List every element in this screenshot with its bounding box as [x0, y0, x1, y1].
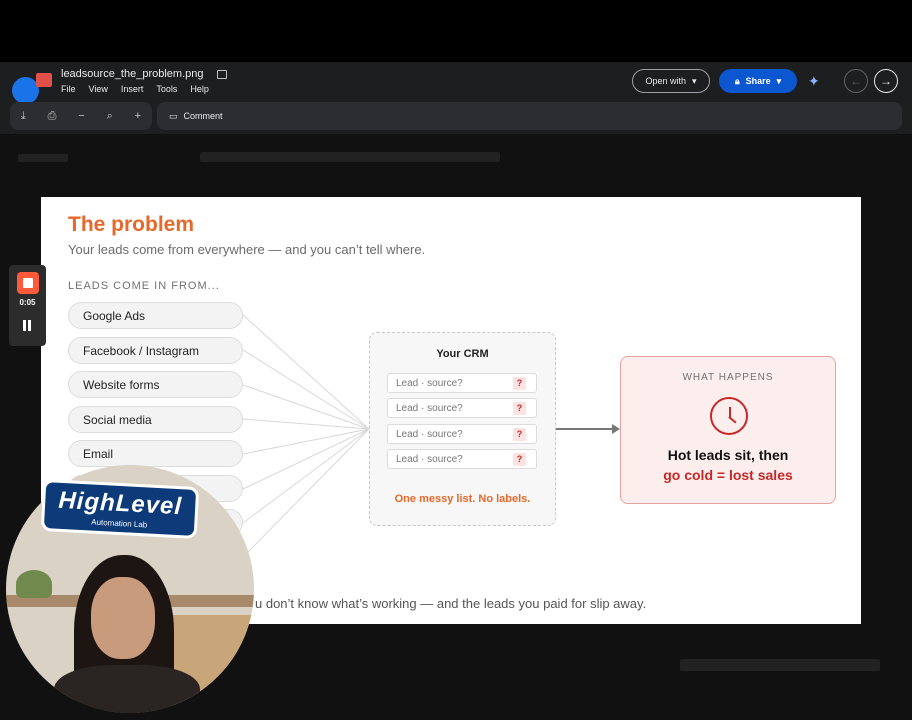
crm-row: Lead · source?? — [387, 449, 537, 469]
cursor-indicator — [12, 77, 39, 104]
crm-row: Lead · source?? — [387, 398, 537, 418]
arrow-line — [556, 428, 618, 430]
highlevel-logo: HighLevel Automation Lab — [40, 478, 200, 540]
what-happens-box: WHAT HAPPENS Hot leads sit, then go cold… — [620, 356, 836, 504]
previous-button[interactable]: ← — [844, 69, 868, 93]
crm-row-label: Lead · source? — [396, 377, 463, 389]
what-happens-label: WHAT HAPPENS — [682, 372, 774, 383]
source-google-ads: Google Ads — [68, 302, 243, 329]
arrow-right-icon: → — [880, 74, 892, 88]
what-happens-line1: Hot leads sit, then — [667, 447, 789, 463]
clock-hand-minute — [728, 416, 737, 424]
slide-bottom-text: u don’t know what’s working — and the le… — [255, 596, 647, 611]
open-with-button[interactable]: Open with ▾ — [632, 69, 710, 93]
menu-help[interactable]: Help — [190, 84, 209, 94]
zoom-in-icon[interactable]: + — [135, 110, 141, 122]
pause-icon[interactable] — [22, 320, 33, 331]
what-happens-line2: go cold = lost sales — [663, 467, 793, 483]
menu-insert[interactable]: Insert — [121, 84, 144, 94]
clock-icon — [710, 397, 748, 435]
open-with-label: Open with — [645, 76, 686, 86]
question-badge: ? — [513, 453, 526, 466]
webcam-person-face — [91, 577, 155, 659]
crm-row-label: Lead · source? — [396, 453, 463, 465]
source-website-forms: Website forms — [68, 371, 243, 398]
crm-row-label: Lead · source? — [396, 428, 463, 440]
stop-recording-button[interactable] — [17, 272, 39, 294]
viewer-toolbar: ⤓ ⎙ − ⌕ + — [10, 102, 152, 130]
download-icon[interactable]: ⤓ — [21, 110, 26, 123]
share-button[interactable]: 🔒︎ Share ▾ — [719, 69, 797, 93]
crm-row-label: Lead · source? — [396, 402, 463, 414]
background-ghost — [200, 152, 500, 162]
comment-label: Comment — [183, 111, 223, 121]
zoom-out-icon[interactable]: − — [78, 110, 84, 122]
chevron-down-icon: ▾ — [692, 75, 697, 86]
image-file-icon — [36, 73, 52, 87]
source-social-media: Social media — [68, 406, 243, 433]
question-badge: ? — [513, 428, 526, 441]
webcam-person-body — [54, 665, 200, 713]
crm-footer: One messy list. No labels. — [394, 493, 531, 505]
recording-time: 0:05 — [19, 298, 36, 307]
crm-row: Lead · source?? — [387, 373, 537, 393]
menu-tools[interactable]: Tools — [156, 84, 177, 94]
menu-bar: File View Insert Tools Help — [61, 84, 209, 94]
menu-file[interactable]: File — [61, 84, 76, 94]
background-ghost — [18, 154, 68, 162]
next-button[interactable]: → — [874, 69, 898, 93]
background-ghost — [680, 659, 880, 671]
arrow-right-icon — [612, 424, 620, 434]
arrow-left-icon: ← — [850, 74, 862, 88]
crm-box: Your CRM Lead · source?? Lead · source??… — [369, 332, 556, 526]
webcam-plant — [16, 570, 52, 598]
question-badge: ? — [513, 377, 526, 390]
question-badge: ? — [513, 402, 526, 415]
source-email: Email — [68, 440, 243, 467]
comment-icon: ▭ — [169, 110, 178, 121]
menu-view[interactable]: View — [89, 84, 108, 94]
zoom-icon[interactable]: ⌕ — [107, 110, 113, 123]
file-name: leadsource_the_problem.png — [61, 68, 204, 80]
gemini-icon[interactable]: ✦ — [808, 73, 820, 90]
source-facebook-instagram: Facebook / Instagram — [68, 337, 243, 364]
move-to-folder-icon[interactable] — [217, 70, 227, 79]
print-icon[interactable]: ⎙ — [48, 110, 57, 123]
crm-row: Lead · source?? — [387, 424, 537, 444]
top-black-bar — [0, 0, 912, 62]
crm-title: Your CRM — [436, 348, 489, 360]
lock-icon: 🔒︎ — [734, 75, 740, 86]
comment-bar[interactable]: ▭ Comment — [157, 102, 902, 130]
share-label: Share — [745, 76, 771, 86]
screen-recorder-widget: 0:05 — [9, 265, 46, 346]
chevron-down-icon: ▾ — [776, 75, 782, 86]
